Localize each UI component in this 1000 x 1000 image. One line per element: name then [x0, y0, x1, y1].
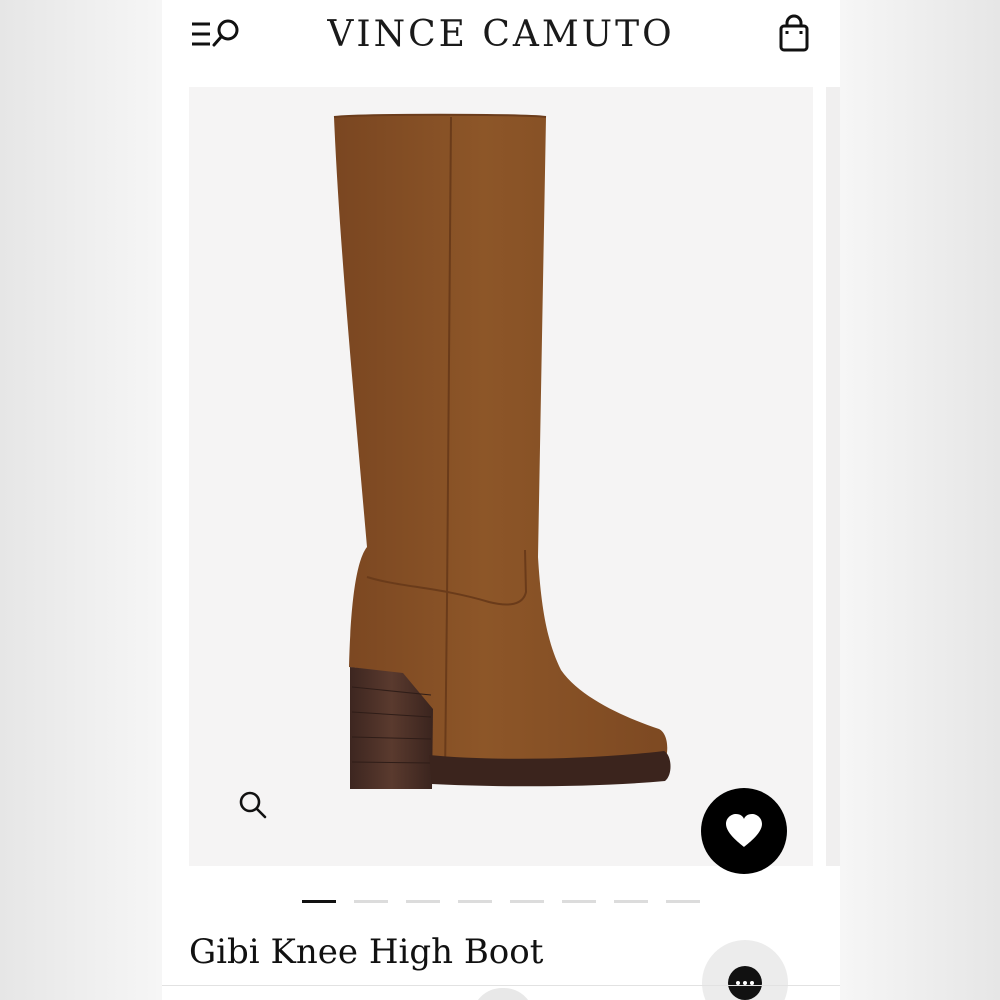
slide-dot-2[interactable]: [354, 900, 388, 903]
slide-dot-6[interactable]: [562, 900, 596, 903]
product-title: Gibi Knee High Boot: [189, 932, 544, 972]
divider: [162, 985, 840, 986]
product-image-gallery[interactable]: [189, 87, 813, 874]
heart-icon: [726, 814, 762, 847]
favorite-button[interactable]: [701, 788, 787, 874]
mobile-product-page: VINCE CAMUTO Gibi Knee High Boot: [162, 0, 840, 1000]
slide-dot-7[interactable]: [614, 900, 648, 903]
zoom-icon[interactable]: [233, 785, 273, 825]
shopping-bag-icon[interactable]: [776, 14, 812, 54]
chat-button[interactable]: [702, 940, 788, 1000]
chat-more-icon: [728, 966, 762, 1000]
slide-dot-1[interactable]: [302, 900, 336, 903]
brand-logo[interactable]: VINCE CAMUTO: [162, 14, 840, 55]
slide-dot-3[interactable]: [406, 900, 440, 903]
site-header: VINCE CAMUTO: [162, 0, 840, 72]
page-background-left: [0, 0, 162, 1000]
next-image-peek: [826, 87, 840, 866]
product-image: [333, 113, 671, 789]
slide-dot-4[interactable]: [458, 900, 492, 903]
slide-indicators: [302, 900, 702, 906]
slide-dot-5[interactable]: [510, 900, 544, 903]
bottom-handle: [472, 988, 534, 1000]
slide-dot-8[interactable]: [666, 900, 700, 903]
page-background-right: [840, 0, 1000, 1000]
